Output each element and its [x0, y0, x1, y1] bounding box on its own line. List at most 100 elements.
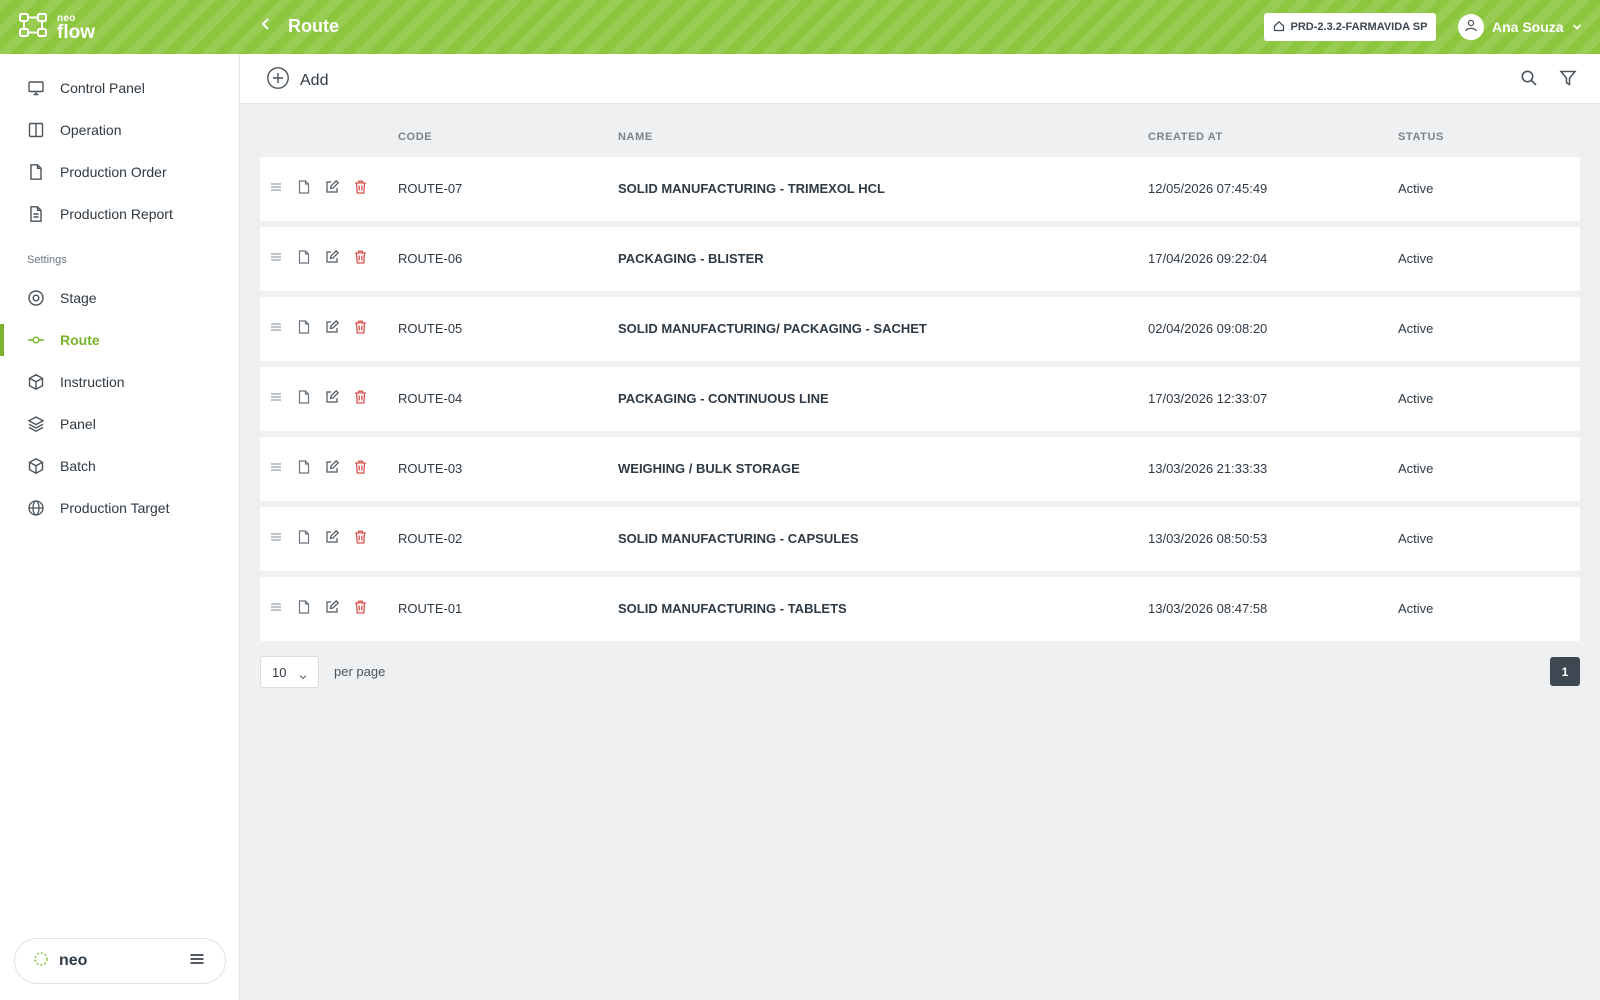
environment-label: PRD-2.3.2-FARMAVIDA SP [1290, 21, 1428, 33]
edit-button[interactable] [324, 459, 340, 477]
column-header-code[interactable]: CODE [398, 131, 432, 143]
route-name: SOLID MANUFACTURING - CAPSULES [618, 531, 859, 546]
menu-button[interactable] [187, 951, 207, 971]
page-button-current[interactable]: 1 [1550, 657, 1580, 686]
delete-button[interactable] [352, 460, 368, 477]
drag-handle[interactable] [268, 251, 284, 267]
sidebar-item-label: Production Report [60, 206, 173, 222]
table-row[interactable]: ROUTE-06 PACKAGING - BLISTER 17/04/2026 … [260, 227, 1580, 291]
column-header-created-at[interactable]: CREATED AT [1148, 131, 1223, 143]
route-code: ROUTE-02 [398, 531, 463, 546]
drag-handle[interactable] [268, 461, 284, 477]
table-row[interactable]: ROUTE-05 SOLID MANUFACTURING/ PACKAGING … [260, 297, 1580, 361]
user-name: Ana Souza [1492, 19, 1564, 35]
created-at: 17/04/2026 09:22:04 [1148, 251, 1268, 266]
drag-handle[interactable] [268, 531, 284, 547]
sidebar-item-production-order[interactable]: Production Order [0, 152, 239, 192]
view-button[interactable] [296, 179, 312, 199]
delete-button[interactable] [352, 530, 368, 549]
drag-handle[interactable] [268, 601, 284, 617]
table-row[interactable]: ROUTE-01 SOLID MANUFACTURING - TABLETS 1… [260, 577, 1580, 641]
add-button-label: Add [300, 71, 329, 89]
globe-icon [27, 499, 45, 517]
neo-brand-name: neo [59, 952, 88, 969]
edit-button[interactable] [324, 529, 340, 549]
delete-button[interactable] [352, 250, 368, 267]
column-header-name[interactable]: NAME [618, 131, 653, 143]
view-button[interactable] [296, 389, 312, 407]
plus-circle-icon [266, 66, 290, 95]
status-badge: Active [1398, 321, 1434, 336]
drag-handle-icon [270, 320, 282, 338]
app-logo[interactable]: neo flow [18, 11, 95, 44]
route-code: ROUTE-04 [398, 391, 463, 406]
sidebar-item-production-report[interactable]: Production Report [0, 194, 239, 234]
per-page-select[interactable]: 10 [260, 656, 319, 688]
delete-button[interactable] [352, 600, 368, 617]
delete-button[interactable] [352, 390, 368, 407]
edit-button[interactable] [324, 599, 340, 617]
user-menu[interactable]: Ana Souza [1458, 13, 1582, 41]
sidebar-item-batch[interactable]: Batch [0, 446, 239, 486]
drag-handle-icon [270, 530, 282, 548]
edit-button[interactable] [324, 249, 340, 269]
view-button[interactable] [296, 319, 312, 337]
view-button[interactable] [296, 529, 312, 549]
drag-handle[interactable] [268, 391, 284, 407]
edit-button[interactable] [324, 389, 340, 409]
table-row[interactable]: ROUTE-02 SOLID MANUFACTURING - CAPSULES … [260, 507, 1580, 571]
edit-icon [325, 389, 340, 409]
drag-handle[interactable] [268, 181, 284, 197]
environment-button[interactable]: PRD-2.3.2-FARMAVIDA SP [1264, 13, 1436, 41]
search-button[interactable] [1518, 69, 1540, 91]
view-button[interactable] [296, 459, 312, 477]
trash-icon [354, 530, 367, 549]
status-badge: Active [1398, 531, 1434, 546]
sidebar-item-production-target[interactable]: Production Target [0, 488, 239, 528]
drag-handle-icon [270, 250, 282, 268]
drag-handle-icon [270, 460, 282, 478]
table-row[interactable]: ROUTE-03 WEIGHING / BULK STORAGE 13/03/2… [260, 437, 1580, 501]
filter-icon [1559, 69, 1577, 92]
sidebar-item-stage[interactable]: Stage [0, 278, 239, 318]
back-button[interactable] [256, 16, 276, 36]
route-code: ROUTE-03 [398, 461, 463, 476]
created-at: 13/03/2026 08:50:53 [1148, 531, 1268, 546]
edit-button[interactable] [324, 319, 340, 339]
edit-icon [325, 319, 340, 339]
toolbar: Add [240, 54, 1600, 104]
status-badge: Active [1398, 251, 1434, 266]
drag-handle[interactable] [268, 321, 284, 337]
edit-button[interactable] [324, 179, 340, 199]
route-name: PACKAGING - BLISTER [618, 251, 764, 266]
view-button[interactable] [296, 249, 312, 267]
edit-icon [325, 529, 340, 549]
add-button[interactable]: Add [266, 66, 328, 95]
edit-icon [325, 179, 340, 199]
file-text-icon [27, 205, 45, 223]
sidebar-item-label: Operation [60, 122, 122, 138]
created-at: 13/03/2026 08:47:58 [1148, 601, 1268, 616]
edit-icon [325, 249, 340, 269]
document-icon [298, 179, 310, 199]
sidebar-item-label: Stage [60, 290, 97, 306]
target-icon [27, 289, 45, 307]
trash-icon [354, 320, 367, 339]
table-row[interactable]: ROUTE-07 SOLID MANUFACTURING - TRIMEXOL … [260, 157, 1580, 221]
sidebar-item-panel[interactable]: Panel [0, 404, 239, 444]
route-code: ROUTE-06 [398, 251, 463, 266]
table-row[interactable]: ROUTE-04 PACKAGING - CONTINUOUS LINE 17/… [260, 367, 1580, 431]
sidebar: Control Panel Operation Production Order… [0, 54, 240, 1000]
chevron-down-icon [1572, 18, 1582, 36]
sidebar-item-route[interactable]: Route [0, 320, 239, 360]
sidebar-item-instruction[interactable]: Instruction [0, 362, 239, 402]
delete-button[interactable] [352, 180, 368, 197]
document-icon [298, 529, 310, 549]
column-header-status[interactable]: STATUS [1398, 131, 1444, 143]
sidebar-item-operation[interactable]: Operation [0, 110, 239, 150]
view-button[interactable] [296, 599, 312, 617]
sidebar-item-control-panel[interactable]: Control Panel [0, 68, 239, 108]
filter-button[interactable] [1557, 69, 1579, 91]
delete-button[interactable] [352, 320, 368, 339]
drag-handle-icon [270, 600, 282, 618]
